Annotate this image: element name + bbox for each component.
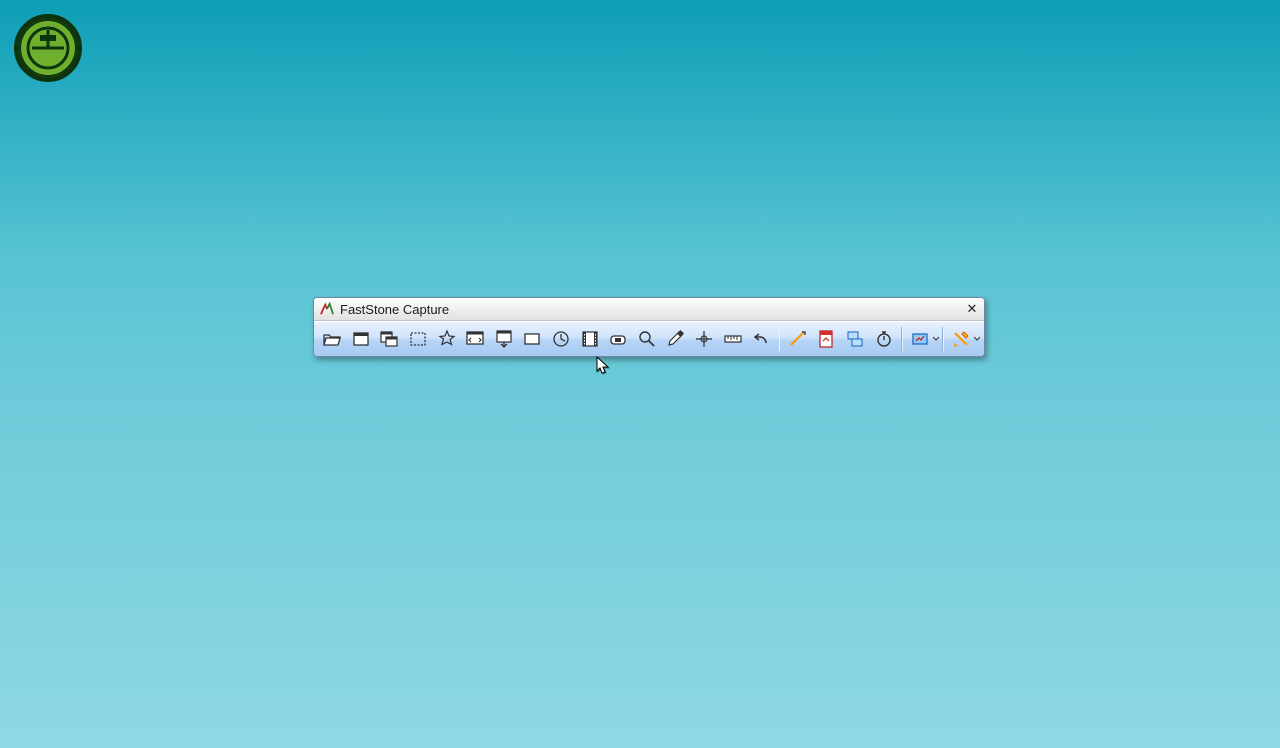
output-options-dropdown[interactable]: [932, 326, 939, 352]
chevron-down-icon: [933, 336, 939, 342]
screen-focus-icon: [788, 329, 808, 349]
toolbar-separator: [901, 327, 903, 351]
ruler-icon: [723, 329, 743, 349]
close-button[interactable]: ✕: [964, 301, 980, 317]
capture-full-screen-button[interactable]: [462, 325, 489, 353]
join-images-button[interactable]: [842, 325, 869, 353]
open-folder-icon: [322, 329, 342, 349]
magnifier-icon: [637, 329, 657, 349]
undo-icon: [751, 329, 771, 349]
screen-crosshair-button[interactable]: [691, 325, 718, 353]
settings-button[interactable]: [948, 325, 975, 353]
close-icon: ✕: [967, 301, 978, 317]
settings-icon: [951, 329, 971, 349]
desktop-shortcut[interactable]: [14, 14, 82, 82]
capture-rectangle-button[interactable]: [405, 325, 432, 353]
toolbar-separator: [779, 327, 781, 351]
toolbar-separator: [942, 327, 944, 351]
freehand-region-icon: [437, 329, 457, 349]
fixed-region-icon: [522, 329, 542, 349]
capture-toolbar: [314, 321, 984, 356]
capture-scrolling-window-button[interactable]: [491, 325, 518, 353]
window-title: FastStone Capture: [340, 302, 964, 317]
repeat-capture-icon: [551, 329, 571, 349]
screen-recorder-icon: [580, 329, 600, 349]
output-target-icon: [910, 329, 930, 349]
repeat-last-capture-button[interactable]: [548, 325, 575, 353]
crosshair-icon: [694, 329, 714, 349]
titlebar[interactable]: FastStone Capture ✕: [314, 298, 984, 321]
chevron-down-icon: [974, 336, 980, 342]
screen-magnifier-button[interactable]: [634, 325, 661, 353]
window-object-icon: [379, 329, 399, 349]
application-shortcut-icon: [26, 26, 70, 70]
faststone-capture-window: FastStone Capture ✕: [313, 297, 985, 357]
undo-button[interactable]: [748, 325, 775, 353]
full-screen-icon: [465, 329, 485, 349]
rectangle-region-icon: [408, 329, 428, 349]
mouse-cursor: [596, 356, 610, 376]
color-picker-icon: [665, 329, 685, 349]
color-picker-button[interactable]: [662, 325, 689, 353]
app-logo-icon: [320, 302, 334, 316]
capture-fixed-region-button[interactable]: [519, 325, 546, 353]
open-file-button[interactable]: [319, 325, 346, 353]
screen-ruler-button[interactable]: [719, 325, 746, 353]
scrolling-window-icon: [494, 329, 514, 349]
capture-active-window-button[interactable]: [348, 325, 375, 353]
active-window-icon: [351, 329, 371, 349]
timer-icon: [874, 329, 894, 349]
auto-capture-button[interactable]: [870, 325, 897, 353]
output-options-button[interactable]: [907, 325, 934, 353]
join-images-icon: [845, 329, 865, 349]
pdf-icon: [816, 329, 836, 349]
capture-delay-button[interactable]: [605, 325, 632, 353]
cursor-icon: [596, 356, 610, 376]
delay-icon: [608, 329, 628, 349]
screen-focus-button[interactable]: [784, 325, 811, 353]
capture-freehand-button[interactable]: [433, 325, 460, 353]
capture-window-object-button[interactable]: [376, 325, 403, 353]
convert-to-pdf-button[interactable]: [813, 325, 840, 353]
screen-recorder-button[interactable]: [576, 325, 603, 353]
